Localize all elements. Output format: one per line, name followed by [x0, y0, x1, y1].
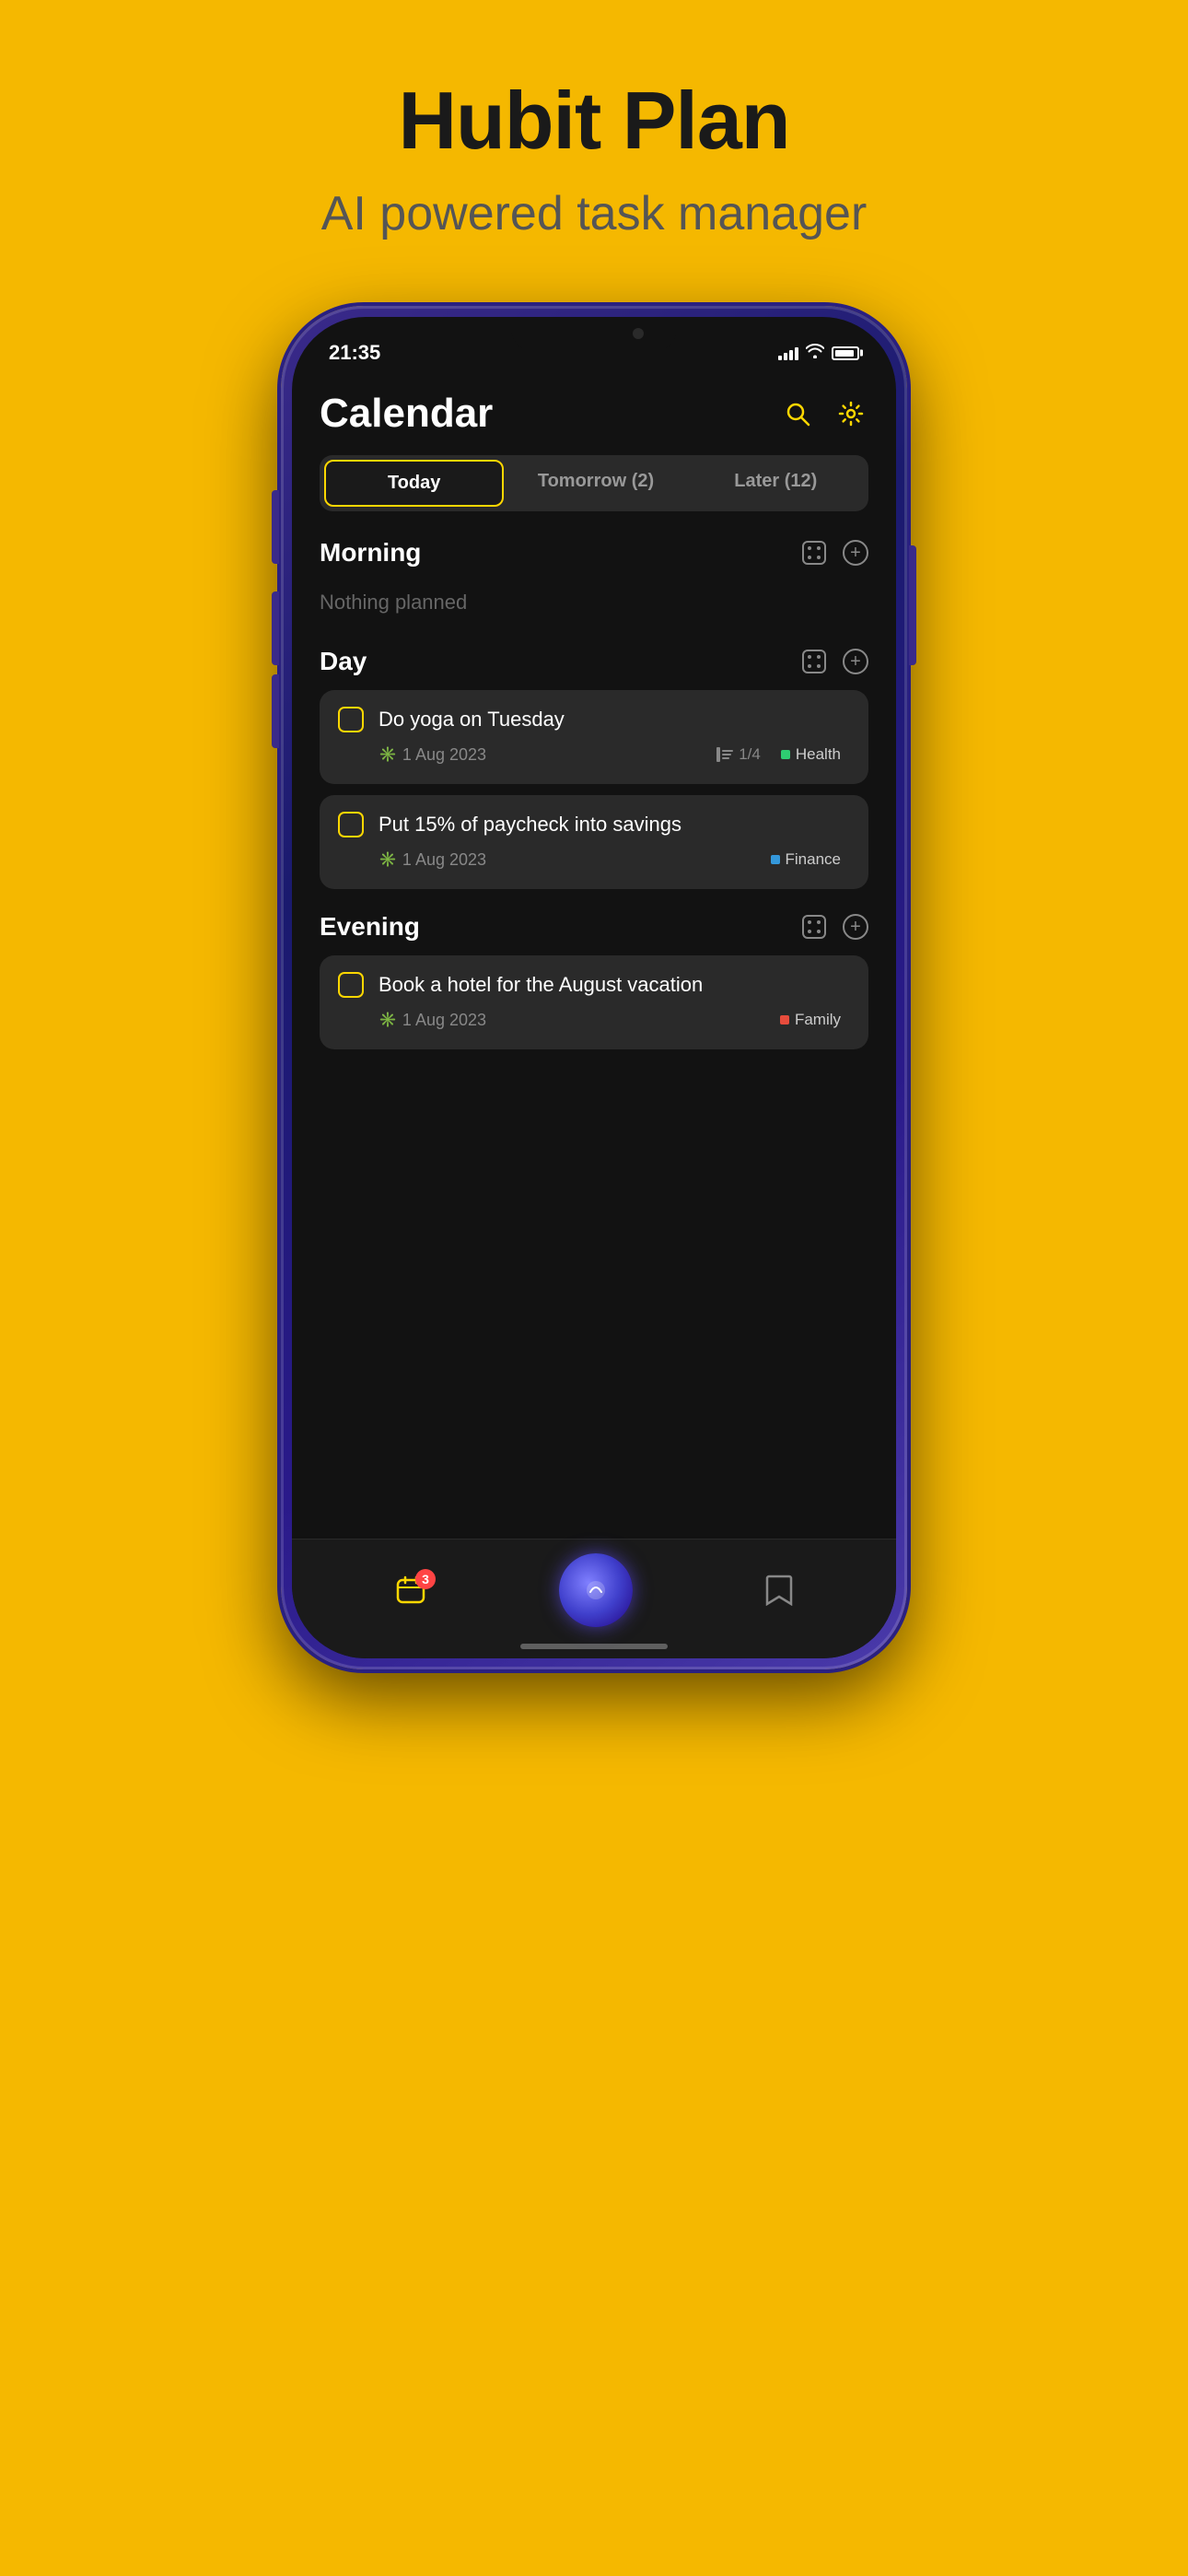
battery-icon: [832, 346, 859, 360]
header: Calendar: [320, 381, 868, 437]
task-savings-top: Put 15% of paycheck into savings: [338, 812, 850, 837]
phone-wrapper: 21:35: [281, 306, 907, 1669]
evening-add-icon[interactable]: +: [843, 914, 868, 940]
notch-camera: [633, 328, 644, 339]
task-yoga-meta: ✳️ 1 Aug 2023: [338, 742, 850, 767]
task-savings-title: Put 15% of paycheck into savings: [379, 813, 681, 837]
task-hotel-meta: ✳️ 1 Aug 2023 Family: [338, 1007, 850, 1033]
status-icons: [778, 344, 859, 363]
settings-icon[interactable]: [833, 396, 868, 431]
task-hotel-right: Family: [771, 1007, 850, 1033]
task-hotel-checkbox[interactable]: [338, 972, 364, 998]
section-day: Day +: [320, 646, 868, 889]
bookmark-icon: [765, 1575, 793, 1606]
task-yoga-checkbox[interactable]: [338, 707, 364, 732]
tab-bar: Today Tomorrow (2) Later (12): [320, 455, 868, 511]
header-actions: [780, 396, 868, 431]
section-evening-title: Evening: [320, 912, 420, 942]
phone-screen: 21:35: [292, 317, 896, 1658]
morning-empty: Nothing planned: [320, 581, 868, 624]
bottom-nav: 3: [292, 1539, 896, 1658]
notch: [511, 317, 677, 352]
task-card-savings[interactable]: Put 15% of paycheck into savings ✳️ 1 Au…: [320, 795, 868, 889]
wifi-icon: [806, 344, 824, 363]
nav-calendar[interactable]: 3: [395, 1575, 426, 1606]
task-savings-tag: Finance: [762, 847, 850, 872]
section-day-header: Day +: [320, 646, 868, 677]
section-morning-header: Morning +: [320, 537, 868, 568]
section-morning-title: Morning: [320, 538, 421, 568]
section-day-title: Day: [320, 647, 367, 676]
morning-dice-icon[interactable]: [798, 537, 830, 568]
task-savings-tag-dot: [771, 855, 780, 864]
task-savings-date: ✳️ 1 Aug 2023: [379, 850, 486, 870]
calendar-badge: 3: [415, 1569, 436, 1589]
nav-ai-button[interactable]: [559, 1553, 633, 1627]
task-hotel-title: Book a hotel for the August vacation: [379, 973, 703, 997]
tab-today[interactable]: Today: [324, 460, 504, 507]
task-yoga-top: Do yoga on Tuesday: [338, 707, 850, 732]
signal-icon: [778, 345, 798, 360]
home-indicator: [520, 1644, 668, 1649]
app-title: Hubit Plan: [398, 74, 789, 168]
section-morning-actions: +: [798, 537, 868, 568]
section-evening-actions: +: [798, 911, 868, 943]
task-hotel-date: ✳️ 1 Aug 2023: [379, 1011, 486, 1030]
task-savings-checkbox[interactable]: [338, 812, 364, 837]
day-add-icon[interactable]: +: [843, 649, 868, 674]
task-savings-date-icon: ✳️: [379, 850, 397, 869]
tab-later[interactable]: Later (12): [688, 460, 864, 507]
task-yoga-tag-dot: [781, 750, 790, 759]
app-subtitle: AI powered task manager: [321, 186, 868, 241]
page-background: Hubit Plan AI powered task manager 21:35: [0, 0, 1188, 1669]
task-hotel-tag: Family: [771, 1007, 850, 1033]
page-title: Calendar: [320, 391, 493, 437]
section-morning: Morning +: [320, 537, 868, 624]
day-dice-icon[interactable]: [798, 646, 830, 677]
task-card-hotel[interactable]: Book a hotel for the August vacation ✳️ …: [320, 955, 868, 1049]
search-icon[interactable]: [780, 396, 815, 431]
task-yoga-date-icon: ✳️: [379, 745, 397, 764]
task-savings-right: Finance: [762, 847, 850, 872]
evening-dice-icon[interactable]: [798, 911, 830, 943]
task-yoga-progress: 1/4: [716, 745, 761, 764]
task-hotel-tag-dot: [780, 1015, 789, 1025]
section-evening-header: Evening +: [320, 911, 868, 943]
task-yoga-right: 1/4 Health: [716, 742, 850, 767]
status-time: 21:35: [329, 341, 380, 365]
section-evening: Evening +: [320, 911, 868, 1049]
tab-tomorrow[interactable]: Tomorrow (2): [507, 460, 683, 507]
section-day-actions: +: [798, 646, 868, 677]
morning-add-icon[interactable]: +: [843, 540, 868, 566]
nav-bookmarks[interactable]: [765, 1575, 793, 1606]
app-content: Calendar: [292, 372, 896, 1049]
battery-fill: [835, 350, 854, 357]
task-savings-meta: ✳️ 1 Aug 2023 Finance: [338, 847, 850, 872]
task-yoga-title: Do yoga on Tuesday: [379, 708, 565, 732]
task-hotel-date-icon: ✳️: [379, 1011, 397, 1029]
task-card-yoga[interactable]: Do yoga on Tuesday ✳️ 1 Aug 2023: [320, 690, 868, 784]
task-hotel-top: Book a hotel for the August vacation: [338, 972, 850, 998]
task-yoga-tag: Health: [772, 742, 850, 767]
task-yoga-date: ✳️ 1 Aug 2023: [379, 745, 486, 765]
